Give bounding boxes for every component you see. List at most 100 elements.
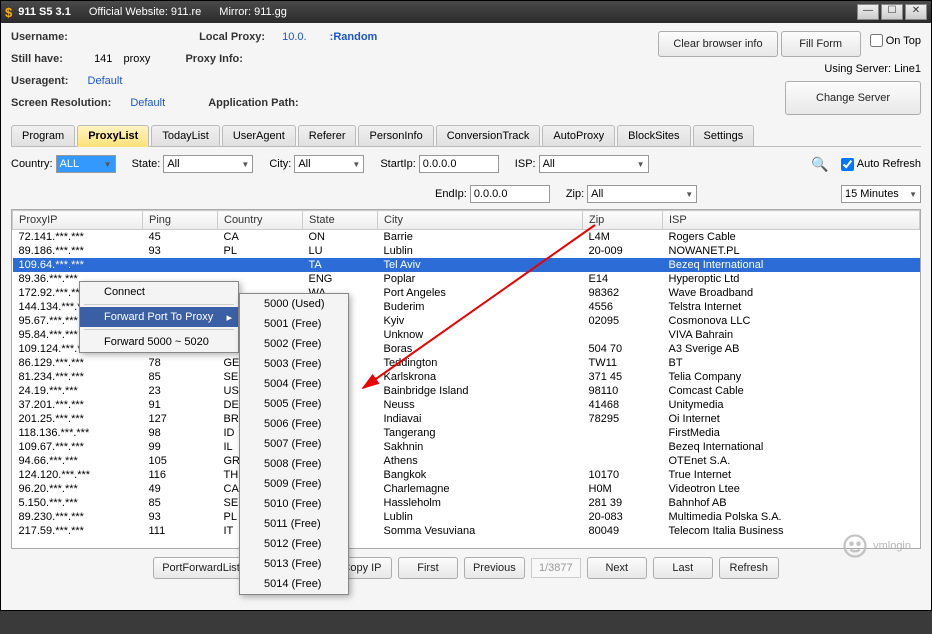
port-item[interactable]: 5012 (Free) bbox=[240, 534, 348, 554]
table-row[interactable]: 118.136.***.***98IDTangerangFirstMedia bbox=[13, 426, 920, 440]
table-row[interactable]: 5.150.***.***85SEHassleholm281 39Bahnhof… bbox=[13, 496, 920, 510]
app-icon: $ bbox=[5, 5, 12, 20]
table-row[interactable]: 217.59.***.***111ITSomma Vesuviana80049T… bbox=[13, 524, 920, 538]
tab-program[interactable]: Program bbox=[11, 125, 75, 146]
ontop-checkbox[interactable]: On Top bbox=[870, 34, 921, 47]
website-label: Official Website: bbox=[89, 6, 168, 18]
proxyinfo-label: Proxy Info: bbox=[185, 53, 242, 65]
apppath-label: Application Path: bbox=[208, 97, 298, 109]
tab-useragent[interactable]: UserAgent bbox=[222, 125, 296, 146]
state-combo[interactable]: All▼ bbox=[163, 155, 253, 173]
table-row[interactable]: 89.230.***.***93PLLublin20-083Multimedia… bbox=[13, 510, 920, 524]
table-row[interactable]: 109.64.***.***TATel AvivBezeq Internatio… bbox=[13, 258, 920, 272]
tab-conversiontrack[interactable]: ConversionTrack bbox=[436, 125, 541, 146]
col-zip[interactable]: Zip bbox=[583, 211, 663, 230]
titlebar[interactable]: $ 911 S5 3.1 Official Website: 911.re Mi… bbox=[1, 1, 931, 23]
screenres-label: Screen Resolution: bbox=[11, 97, 111, 109]
table-row[interactable]: 94.66.***.***105GRAthensOTEnet S.A. bbox=[13, 454, 920, 468]
isp-combo[interactable]: All▼ bbox=[539, 155, 649, 173]
port-item[interactable]: 5002 (Free) bbox=[240, 334, 348, 354]
proxy-table[interactable]: ProxyIPPingCountryStateCityZipISP 72.141… bbox=[11, 209, 921, 549]
tab-proxylist[interactable]: ProxyList bbox=[77, 125, 149, 147]
col-isp[interactable]: ISP bbox=[663, 211, 920, 230]
port-item[interactable]: 5013 (Free) bbox=[240, 554, 348, 574]
last-button[interactable]: Last bbox=[653, 557, 713, 579]
portforwardlist-button[interactable]: PortForwardList bbox=[153, 557, 249, 579]
col-country[interactable]: Country bbox=[218, 211, 303, 230]
search-icon[interactable]: 🔍 bbox=[811, 156, 828, 173]
clear-browser-button[interactable]: Clear browser info bbox=[658, 31, 777, 57]
refresh-interval-combo[interactable]: 15 Minutes▼ bbox=[841, 185, 921, 203]
port-item[interactable]: 5011 (Free) bbox=[240, 514, 348, 534]
autorefresh-checkbox[interactable]: Auto Refresh bbox=[841, 158, 921, 171]
refresh-button[interactable]: Refresh bbox=[719, 557, 779, 579]
table-row[interactable]: 201.25.***.***127BRIndiavai78295Oi Inter… bbox=[13, 412, 920, 426]
col-ping[interactable]: Ping bbox=[143, 211, 218, 230]
table-row[interactable]: 37.201.***.***91DENeuss41468Unitymedia bbox=[13, 398, 920, 412]
table-row[interactable]: 24.19.***.***23USBainbridge Island98110C… bbox=[13, 384, 920, 398]
port-item[interactable]: 5000 (Used) bbox=[240, 294, 348, 314]
context-menu[interactable]: Connect Forward Port To Proxy▸ Forward 5… bbox=[79, 281, 239, 353]
tab-referer[interactable]: Referer bbox=[298, 125, 357, 146]
port-item[interactable]: 5009 (Free) bbox=[240, 474, 348, 494]
port-item[interactable]: 5005 (Free) bbox=[240, 394, 348, 414]
mirror-value: 911.gg bbox=[254, 6, 287, 18]
website-value: 911.re bbox=[171, 6, 201, 18]
useragent-label: Useragent: bbox=[11, 75, 68, 87]
stillhave-label: Still have: bbox=[11, 53, 71, 65]
tab-blocksites[interactable]: BlockSites bbox=[617, 125, 690, 146]
tab-bar: ProgramProxyListTodayListUserAgentRefere… bbox=[11, 125, 921, 147]
tab-settings[interactable]: Settings bbox=[693, 125, 755, 146]
endip-input[interactable] bbox=[470, 185, 550, 203]
table-row[interactable]: 72.141.***.***45CAONBarrieL4MRogers Cabl… bbox=[13, 230, 920, 245]
col-proxyip[interactable]: ProxyIP bbox=[13, 211, 143, 230]
ctx-forward-range[interactable]: Forward 5000 ~ 5020 bbox=[80, 332, 238, 352]
random-link[interactable]: :Random bbox=[330, 31, 378, 43]
table-row[interactable]: 89.186.***.***93PLLULublin20-009NOWANET.… bbox=[13, 244, 920, 258]
port-item[interactable]: 5003 (Free) bbox=[240, 354, 348, 374]
maximize-button[interactable]: ☐ bbox=[881, 4, 903, 20]
endip-label: EndIp: bbox=[435, 188, 467, 200]
table-row[interactable]: 124.120.***.***116THBangkok10170True Int… bbox=[13, 468, 920, 482]
first-button[interactable]: First bbox=[398, 557, 458, 579]
startip-label: StartIp: bbox=[380, 158, 415, 170]
ctx-connect[interactable]: Connect bbox=[80, 282, 238, 302]
screenres-value[interactable]: Default bbox=[130, 97, 165, 109]
ctx-forward-port[interactable]: Forward Port To Proxy▸ bbox=[80, 307, 238, 327]
mirror-label: Mirror: bbox=[219, 6, 251, 18]
country-label: Country: bbox=[11, 158, 53, 170]
zip-combo[interactable]: All▼ bbox=[587, 185, 697, 203]
port-item[interactable]: 5014 (Free) bbox=[240, 574, 348, 594]
close-button[interactable]: ✕ bbox=[905, 4, 927, 20]
next-button[interactable]: Next bbox=[587, 557, 647, 579]
tab-todaylist[interactable]: TodayList bbox=[151, 125, 219, 146]
table-row[interactable]: 86.129.***.***78GETeddingtonTW11BT bbox=[13, 356, 920, 370]
col-city[interactable]: City bbox=[378, 211, 583, 230]
change-server-button[interactable]: Change Server bbox=[785, 81, 921, 115]
port-item[interactable]: 5008 (Free) bbox=[240, 454, 348, 474]
table-row[interactable]: 81.234.***.***85SEKarlskrona371 45Telia … bbox=[13, 370, 920, 384]
startip-input[interactable] bbox=[419, 155, 499, 173]
tab-autoproxy[interactable]: AutoProxy bbox=[542, 125, 615, 146]
table-row[interactable]: 109.67.***.***99ILSakhninBezeq Internati… bbox=[13, 440, 920, 454]
tab-personinfo[interactable]: PersonInfo bbox=[358, 125, 433, 146]
col-state[interactable]: State bbox=[303, 211, 378, 230]
city-combo[interactable]: All▼ bbox=[294, 155, 364, 173]
stillhave-value: 141 bbox=[94, 53, 112, 65]
country-combo[interactable]: ALL▼ bbox=[56, 155, 116, 173]
localproxy-label: Local Proxy: bbox=[199, 31, 279, 43]
app-title: 911 S5 3.1 bbox=[18, 6, 71, 18]
port-item[interactable]: 5004 (Free) bbox=[240, 374, 348, 394]
port-item[interactable]: 5001 (Free) bbox=[240, 314, 348, 334]
table-row[interactable]: 96.20.***.***49CACharlemagneH0MVideotron… bbox=[13, 482, 920, 496]
minimize-button[interactable]: — bbox=[857, 4, 879, 20]
context-submenu-ports[interactable]: 5000 (Used)5001 (Free)5002 (Free)5003 (F… bbox=[239, 293, 349, 595]
port-item[interactable]: 5006 (Free) bbox=[240, 414, 348, 434]
useragent-value[interactable]: Default bbox=[88, 75, 123, 87]
port-item[interactable]: 5007 (Free) bbox=[240, 434, 348, 454]
stillhave-unit: proxy bbox=[123, 53, 150, 65]
localproxy-value: 10.0. bbox=[282, 31, 306, 43]
port-item[interactable]: 5010 (Free) bbox=[240, 494, 348, 514]
previous-button[interactable]: Previous bbox=[464, 557, 525, 579]
fill-form-button[interactable]: Fill Form bbox=[781, 31, 861, 57]
